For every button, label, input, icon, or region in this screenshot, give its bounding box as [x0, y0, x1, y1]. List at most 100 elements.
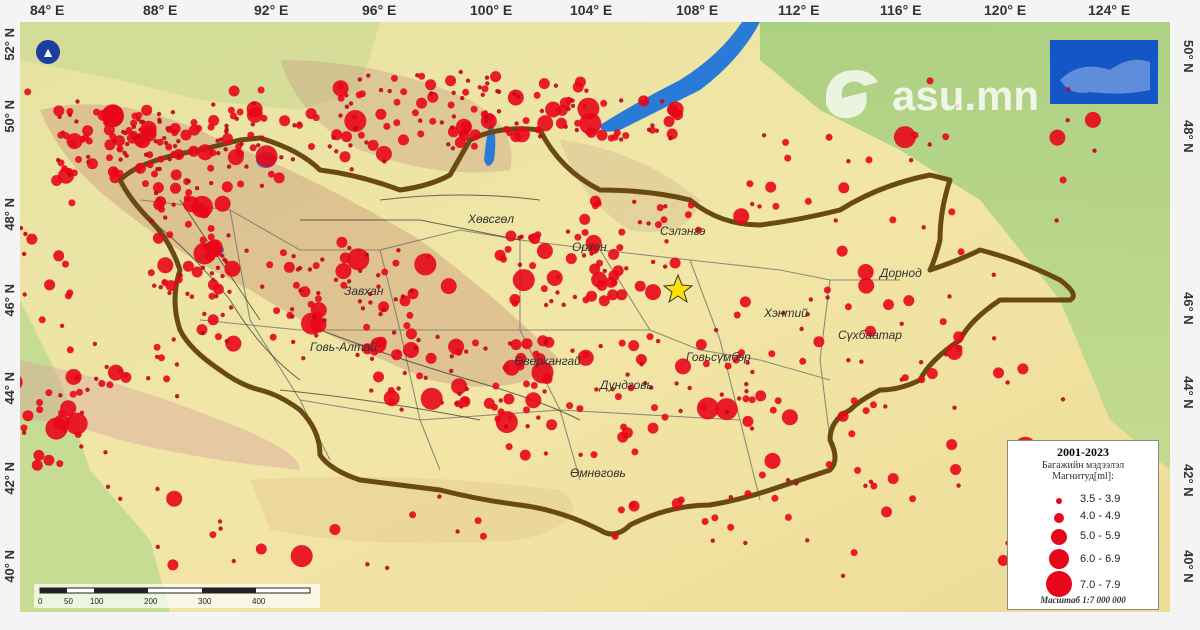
earthquake-marker: [646, 127, 652, 132]
earthquake-marker: [496, 109, 502, 114]
earthquake-marker: [742, 415, 754, 427]
earthquake-marker: [207, 279, 219, 291]
earthquake-marker: [184, 220, 192, 228]
earthquake-marker: [172, 143, 178, 149]
earthquake-marker: [850, 549, 858, 557]
earthquake-marker: [446, 142, 451, 147]
earthquake-marker: [610, 279, 618, 287]
earthquake-marker: [207, 123, 215, 131]
earthquake-marker: [384, 565, 390, 571]
earthquake-marker: [522, 117, 530, 125]
earthquake-marker: [632, 199, 637, 204]
earthquake-marker: [109, 132, 117, 140]
earthquake-marker: [596, 259, 603, 267]
earthquake-marker: [494, 249, 506, 261]
place-label: Говьсүмбэр: [686, 350, 751, 364]
earthquake-marker: [947, 294, 952, 299]
earthquake-marker: [909, 495, 917, 503]
earthquake-marker: [700, 403, 707, 411]
earthquake-marker: [498, 398, 503, 403]
legend-label: 7.0 - 7.9: [1080, 579, 1121, 591]
earthquake-marker: [167, 290, 172, 296]
earthquake-marker: [357, 299, 363, 304]
earthquake-marker: [590, 451, 598, 459]
earthquake-marker: [566, 106, 571, 112]
earthquake-marker: [369, 356, 375, 361]
earthquake-marker: [570, 348, 575, 353]
earthquake-marker: [163, 375, 171, 383]
earthquake-marker: [850, 397, 858, 405]
earthquake-marker: [44, 279, 56, 291]
earthquake-marker: [696, 397, 719, 420]
earthquake-marker: [125, 141, 130, 147]
earthquake-marker: [497, 408, 505, 416]
earthquake-marker: [768, 350, 776, 358]
earthquake-marker: [870, 482, 878, 490]
legend-label: 5.0 - 5.9: [1080, 530, 1121, 542]
earthquake-marker: [403, 322, 411, 330]
earthquake-marker: [825, 461, 833, 468]
earthquake-marker: [772, 202, 780, 210]
earthquake-marker: [316, 290, 321, 296]
earthquake-marker: [631, 448, 639, 456]
earthquake-marker: [329, 524, 341, 535]
earthquake-marker: [399, 407, 404, 412]
earthquake-marker: [122, 150, 127, 156]
earthquake-marker: [616, 289, 628, 301]
earthquake-marker: [533, 91, 541, 99]
earthquake-marker: [131, 112, 139, 120]
earthquake-marker: [251, 101, 256, 106]
lon-label: 112° E: [778, 2, 820, 18]
earthquake-marker: [674, 381, 679, 386]
earthquake-marker: [883, 404, 888, 409]
earthquake-marker: [450, 146, 456, 151]
lon-label: 120° E: [984, 2, 1027, 18]
earthquake-marker: [927, 142, 932, 147]
earthquake-marker: [556, 104, 568, 116]
earthquake-marker: [209, 271, 215, 276]
earthquake-marker: [799, 357, 807, 365]
earthquake-marker: [176, 153, 182, 159]
earthquake-marker: [579, 213, 591, 225]
earthquake-marker: [365, 562, 370, 567]
earthquake-marker: [846, 358, 851, 363]
earthquake-marker: [176, 139, 181, 144]
earthquake-marker: [687, 201, 695, 209]
legend-title: 2001-2023: [1057, 445, 1109, 459]
place-label: Сэлэнгэ: [660, 224, 706, 238]
earthquake-marker: [175, 276, 183, 284]
earthquake-marker: [656, 204, 664, 212]
earthquake-marker: [367, 139, 379, 151]
earthquake-marker: [607, 134, 615, 142]
earthquake-marker: [151, 170, 158, 178]
legend-label: 4.0 - 4.9: [1080, 510, 1121, 522]
earthquake-marker: [36, 406, 44, 414]
earthquake-marker: [152, 232, 164, 244]
earthquake-marker: [185, 291, 190, 296]
earthquake-marker: [314, 333, 319, 338]
earthquake-marker: [53, 414, 70, 431]
earthquake-marker: [207, 233, 215, 241]
earthquake-marker: [418, 118, 423, 123]
earthquake-marker: [53, 250, 65, 262]
earthquake-marker: [292, 281, 300, 289]
earthquake-marker: [73, 374, 81, 382]
legend-box: 2001-2023 Багажийн мэдээлэл Магнитуд[ml]…: [1007, 440, 1159, 610]
earthquake-marker: [429, 117, 437, 125]
lat-label: 42° N: [2, 462, 17, 495]
earthquake-marker: [174, 394, 180, 399]
earthquake-marker: [207, 164, 215, 172]
earthquake-marker: [170, 169, 182, 181]
earthquake-marker: [651, 404, 658, 412]
earthquake-marker: [514, 121, 519, 126]
earthquake-marker: [521, 338, 533, 350]
earthquake-marker: [863, 483, 868, 488]
earthquake-marker: [222, 133, 233, 145]
earthquake-marker: [451, 114, 457, 119]
earthquake-marker: [671, 498, 683, 510]
legend-magnitude-label: Магнитуд[ml]:: [1052, 471, 1114, 482]
earthquake-marker: [357, 77, 362, 82]
earthquake-marker: [211, 102, 216, 107]
earthquake-marker: [823, 286, 831, 294]
earthquake-marker: [602, 268, 607, 274]
